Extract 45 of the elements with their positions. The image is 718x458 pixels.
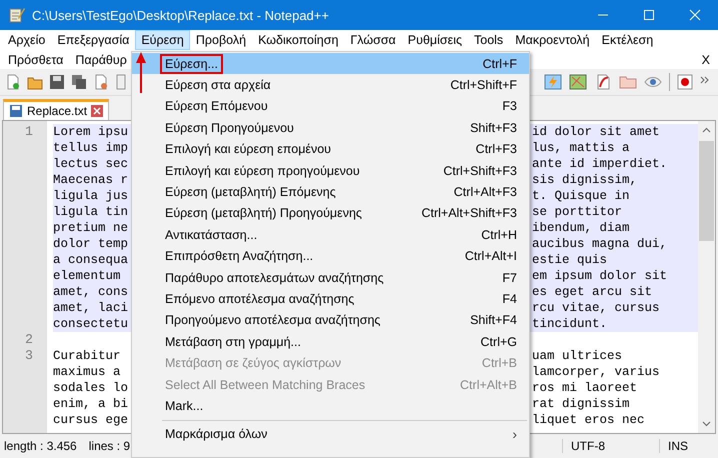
code-text: Lorem ipsu: [53, 125, 128, 139]
code-text: Curabitur: [53, 349, 121, 363]
code-text: t. Quisque in: [532, 188, 630, 204]
code-text: ligula jus: [53, 189, 128, 203]
code-text: es eget arcu sit: [532, 284, 652, 300]
code-text: dolor temp: [53, 237, 128, 251]
code-text: ante id imperdiet.: [532, 156, 668, 172]
code-text: tincidunt.: [532, 316, 608, 332]
code-text: cursus ege: [53, 413, 128, 427]
code-text: rcu vitae, cursus: [532, 300, 660, 316]
code-text: ligula tin: [53, 205, 128, 219]
status-text: length : 3.456: [3, 439, 78, 453]
line-number: 3: [24, 348, 34, 364]
code-text: tellus imp: [53, 141, 128, 155]
code-text: uam ultrices: [532, 348, 622, 364]
tab-label: Replace.txt: [27, 104, 88, 118]
code-text: se porttitor: [532, 204, 622, 220]
code-text: pretium ne: [53, 221, 128, 235]
line-number: 1: [24, 124, 34, 140]
code-text: estie quis: [532, 252, 608, 268]
code-text: aucibus magna dui,: [532, 236, 668, 252]
code-text: sodales lo: [53, 381, 128, 395]
code-text: consectetu: [53, 317, 128, 331]
window-title: C:\Users\TestEgo\Desktop\Replace.txt - Notepad++: [32, 8, 330, 22]
code-text: ros mi laoreet: [532, 380, 638, 396]
code-text: lectus sec: [53, 157, 128, 171]
code-text: lamcorper, varius: [532, 364, 660, 380]
code-text: lus, mattis a: [532, 140, 630, 156]
code-text: id dolor sit amet: [532, 124, 660, 140]
code-text: a consequa: [53, 253, 128, 267]
code-text: amet, laci: [53, 301, 128, 315]
line-number: 2: [24, 332, 34, 348]
status-text: INS: [659, 439, 704, 453]
code-text: rat dignissim: [532, 396, 630, 412]
code-text: ibendum, diam: [532, 220, 630, 236]
status-text: lines : 9: [88, 439, 132, 453]
code-text: sis dignissim,: [532, 172, 638, 188]
code-text: elementum: [53, 269, 121, 283]
status-text: UTF-8: [562, 439, 659, 453]
code-text: em ipsum dolor sit: [532, 268, 668, 284]
code-text: maximus a: [53, 365, 121, 379]
code-text: Maecenas r: [53, 173, 128, 187]
code-text: enim, a bi: [53, 397, 128, 411]
code-text: amet, cons: [53, 285, 128, 299]
code-text: liquet eros nec: [532, 412, 645, 428]
